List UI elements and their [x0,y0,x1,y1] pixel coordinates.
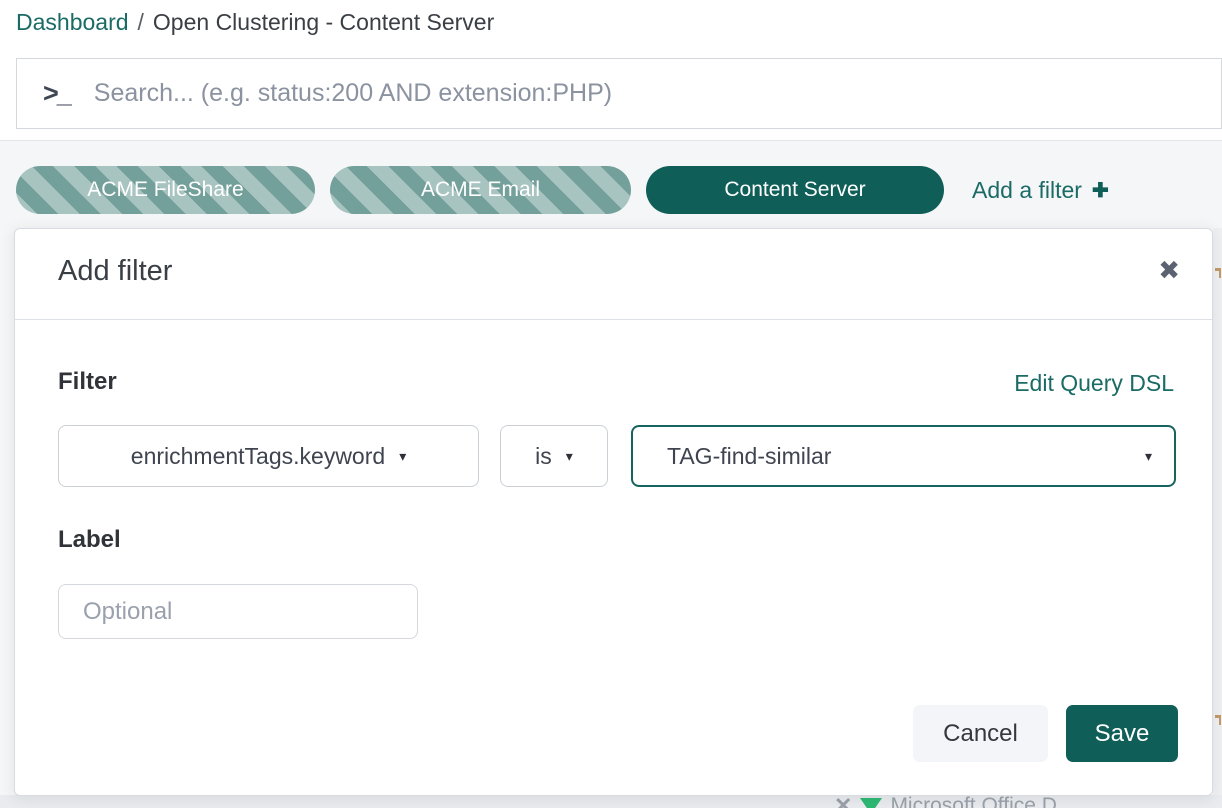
page: Dashboard/Open Clustering - Content Serv… [0,0,1222,808]
field-select[interactable]: enrichmentTags.keyword ▾ [58,425,479,487]
edit-query-dsl-link[interactable]: Edit Query DSL [1014,370,1174,397]
breadcrumb: Dashboard/Open Clustering - Content Serv… [16,9,494,36]
search-bar[interactable]: >_ [16,58,1222,129]
clipped-background-glyph [1215,268,1221,278]
page-title: Open Clustering - Content Server [153,9,494,35]
filter-pill-content-server[interactable]: Content Server [646,166,944,214]
plus-icon: ✚ [1092,178,1109,203]
green-triangle-icon [860,798,882,808]
modal-header-divider [15,319,1212,320]
background-sliver [1213,228,1222,796]
chevron-down-icon: ▾ [399,448,406,465]
clipped-file-row: ✕ Microsoft Office D... [834,795,1074,808]
label-section-label: Label [58,526,121,554]
operator-select-value: is [535,443,552,470]
chevron-down-icon: ▾ [1145,448,1152,465]
filter-section-label: Filter [58,368,117,396]
clipped-file-name: Microsoft Office D... [890,795,1074,808]
add-a-filter-label: Add a filter [972,177,1082,204]
breadcrumb-dashboard-link[interactable]: Dashboard [16,9,129,35]
cancel-button[interactable]: Cancel [913,705,1048,762]
value-select[interactable]: TAG-find-similar ▾ [631,425,1176,487]
operator-select[interactable]: is ▾ [500,425,608,487]
file-x-icon: ✕ [834,795,852,808]
clipped-background-glyph [1215,715,1221,725]
add-a-filter-button[interactable]: Add a filter ✚ [972,166,1109,214]
filter-pill-acme-fileshare[interactable]: ACME FileShare [16,166,315,214]
save-button[interactable]: Save [1066,705,1178,762]
chevron-down-icon: ▾ [566,448,573,465]
close-icon[interactable]: ✖ [1158,257,1180,283]
terminal-prompt-icon: >_ [43,78,70,109]
field-select-value: enrichmentTags.keyword [131,443,385,470]
search-input[interactable] [94,79,1221,108]
add-filter-modal: Add filter ✖ Filter Edit Query DSL enric… [14,228,1213,796]
label-input[interactable] [58,584,418,639]
filter-pill-acme-email[interactable]: ACME Email [330,166,631,214]
modal-title: Add filter [58,255,172,288]
breadcrumb-separator: / [129,9,153,35]
background-file-row-clipped: ✕ Microsoft Office D... [0,795,1222,808]
value-select-value: TAG-find-similar [667,443,831,470]
